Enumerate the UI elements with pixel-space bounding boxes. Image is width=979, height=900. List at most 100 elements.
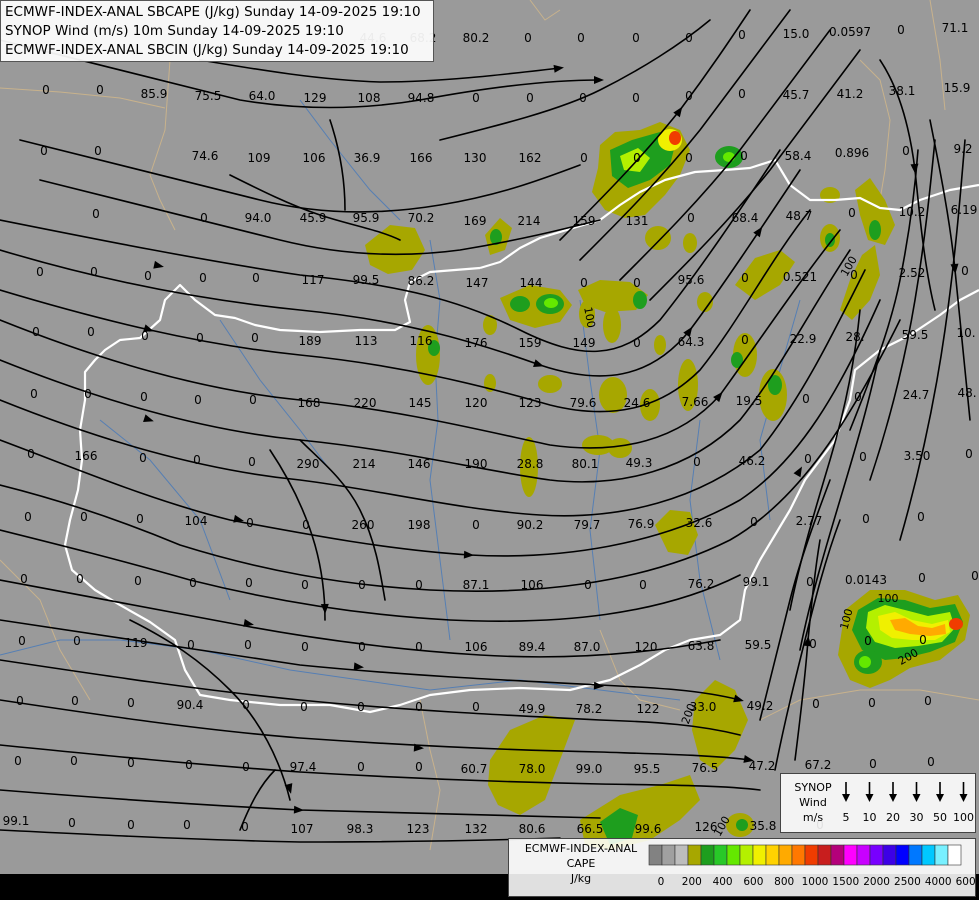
cape-legend-tick: 0 xyxy=(658,876,665,888)
grid-value-label: 3.50 xyxy=(904,449,931,463)
synop-speed-label: 50 xyxy=(933,811,947,824)
grid-value-label: 71.1 xyxy=(942,21,969,35)
grid-value-label: 0 xyxy=(472,700,480,714)
cape-legend-tick: 400 xyxy=(713,876,733,888)
grid-value-label: 0 xyxy=(68,816,76,830)
grid-value-label: 106 xyxy=(521,578,544,592)
grid-value-label: 290 xyxy=(297,457,320,471)
cape-color-swatch xyxy=(830,844,845,866)
grid-value-label: 2.77 xyxy=(796,514,823,528)
grid-value-label: 0 xyxy=(185,758,193,772)
grid-value-label: 0 xyxy=(868,696,876,710)
grid-value-label: 59.5 xyxy=(902,328,929,342)
cape-legend-tick: 800 xyxy=(774,876,794,888)
grid-value-label: 76.5 xyxy=(692,761,719,775)
grid-value-label: 122 xyxy=(637,702,660,716)
cape-color-swatch xyxy=(648,844,663,866)
grid-value-label: 0 xyxy=(300,700,308,714)
cape-color-swatch xyxy=(817,844,832,866)
grid-value-label: 0 xyxy=(685,89,693,103)
map-title-box: ECMWF-INDEX-ANAL SBCAPE (J/kg) Sunday 14… xyxy=(0,0,434,62)
cape-color-swatch xyxy=(856,844,871,866)
grid-value-label: 0 xyxy=(864,634,872,648)
cape-colorbar: 0 200 400 600 800 10001500 2000 2500 4000 6000 xyxy=(648,844,977,888)
grid-value-label: 168 xyxy=(298,396,321,410)
grid-value-label: 129 xyxy=(304,91,327,105)
grid-value-label: 89.4 xyxy=(519,640,546,654)
grid-value-label: 0 xyxy=(302,518,310,532)
grid-value-label: 0 xyxy=(136,512,144,526)
weather-map: 100100100100200200100 44.668.280.2000001… xyxy=(0,0,979,900)
grid-value-label: 260 xyxy=(352,518,375,532)
grid-value-label: 36.9 xyxy=(354,151,381,165)
grid-value-label: 58.4 xyxy=(785,149,812,163)
grid-value-label: 119 xyxy=(125,636,148,650)
grid-value-label: 169 xyxy=(464,214,487,228)
grid-value-label: 0 xyxy=(524,31,532,45)
cape-color-swatch xyxy=(752,844,767,866)
grid-value-label: 0 xyxy=(687,211,695,225)
grid-value-label: 28.8 xyxy=(517,457,544,471)
grid-value-label: 0 xyxy=(580,276,588,290)
grid-value-label: 0 xyxy=(869,757,877,771)
grid-value-label: 0.896 xyxy=(835,146,869,160)
grid-value-label: 0 xyxy=(127,818,135,832)
grid-value-label: 0 xyxy=(187,638,195,652)
grid-value-label: 87.0 xyxy=(574,640,601,654)
grid-value-label: 76.9 xyxy=(628,517,655,531)
grid-value-label: 0 xyxy=(196,331,204,345)
grid-value-label: 0 xyxy=(244,638,252,652)
grid-value-label: 159 xyxy=(519,336,542,350)
grid-value-label: 15.9 xyxy=(944,81,971,95)
grid-value-label: 0 xyxy=(84,387,92,401)
grid-value-label: 0 xyxy=(919,633,927,647)
grid-value-label: 0 xyxy=(358,640,366,654)
cape-legend-tick: 4000 xyxy=(925,876,952,888)
cape-legend-tick: 200 xyxy=(682,876,702,888)
grid-value-label: 59.5 xyxy=(745,638,772,652)
grid-value-label: 0 xyxy=(741,333,749,347)
grid-value-label: 0 xyxy=(140,390,148,404)
grid-value-label: 0 xyxy=(248,455,256,469)
grid-value-label: 0 xyxy=(357,700,365,714)
grid-value-label: 94.8 xyxy=(408,91,435,105)
grid-value-label: 0 xyxy=(94,144,102,158)
grid-value-label: 0 xyxy=(96,83,104,97)
grid-value-label: 0 xyxy=(415,700,423,714)
grid-value-label: 0 xyxy=(242,760,250,774)
grid-value-label: 95.5 xyxy=(634,762,661,776)
grid-value-label: 0 xyxy=(193,453,201,467)
cape-color-swatch xyxy=(661,844,676,866)
grid-value-label: 79.7 xyxy=(574,518,601,532)
cape-legend-tick: 6000 xyxy=(956,876,977,888)
grid-value-label: 0 xyxy=(579,91,587,105)
grid-value-label: 48. xyxy=(957,386,976,400)
grid-value-label: 47.2 xyxy=(749,759,776,773)
grid-value-label: 198 xyxy=(408,518,431,532)
grid-value-label: 214 xyxy=(353,457,376,471)
grid-value-label: 0 xyxy=(14,754,22,768)
grid-value-label: 95.6 xyxy=(678,273,705,287)
grid-value-label: 60.7 xyxy=(461,762,488,776)
grid-value-label: 0 xyxy=(961,264,969,278)
grid-value-label: 24.6 xyxy=(624,396,651,410)
grid-value-label: 0 xyxy=(40,144,48,158)
grid-value-label: 0 xyxy=(902,144,910,158)
grid-value-label: 68.4 xyxy=(732,211,759,225)
grid-value-label: 41.2 xyxy=(837,87,864,101)
cape-legend-tick: 1000 xyxy=(802,876,829,888)
grid-value-label: 0 xyxy=(127,756,135,770)
grid-value-label: 99.0 xyxy=(576,762,603,776)
grid-value-label: 22.9 xyxy=(790,332,817,346)
grid-value-label: 0 xyxy=(252,271,260,285)
grid-value-label: 49.9 xyxy=(519,702,546,716)
grid-value-label: 0 xyxy=(633,276,641,290)
grid-value-label: 74.6 xyxy=(192,149,219,163)
grid-value-label: 95.9 xyxy=(353,211,380,225)
grid-value-label: 0 xyxy=(90,265,98,279)
cape-color-swatch xyxy=(778,844,793,866)
grid-value-label: 86.2 xyxy=(408,274,435,288)
grid-value-label: 0 xyxy=(183,818,191,832)
cape-legend-tick: 600 xyxy=(743,876,763,888)
grid-value-label: 166 xyxy=(410,151,433,165)
